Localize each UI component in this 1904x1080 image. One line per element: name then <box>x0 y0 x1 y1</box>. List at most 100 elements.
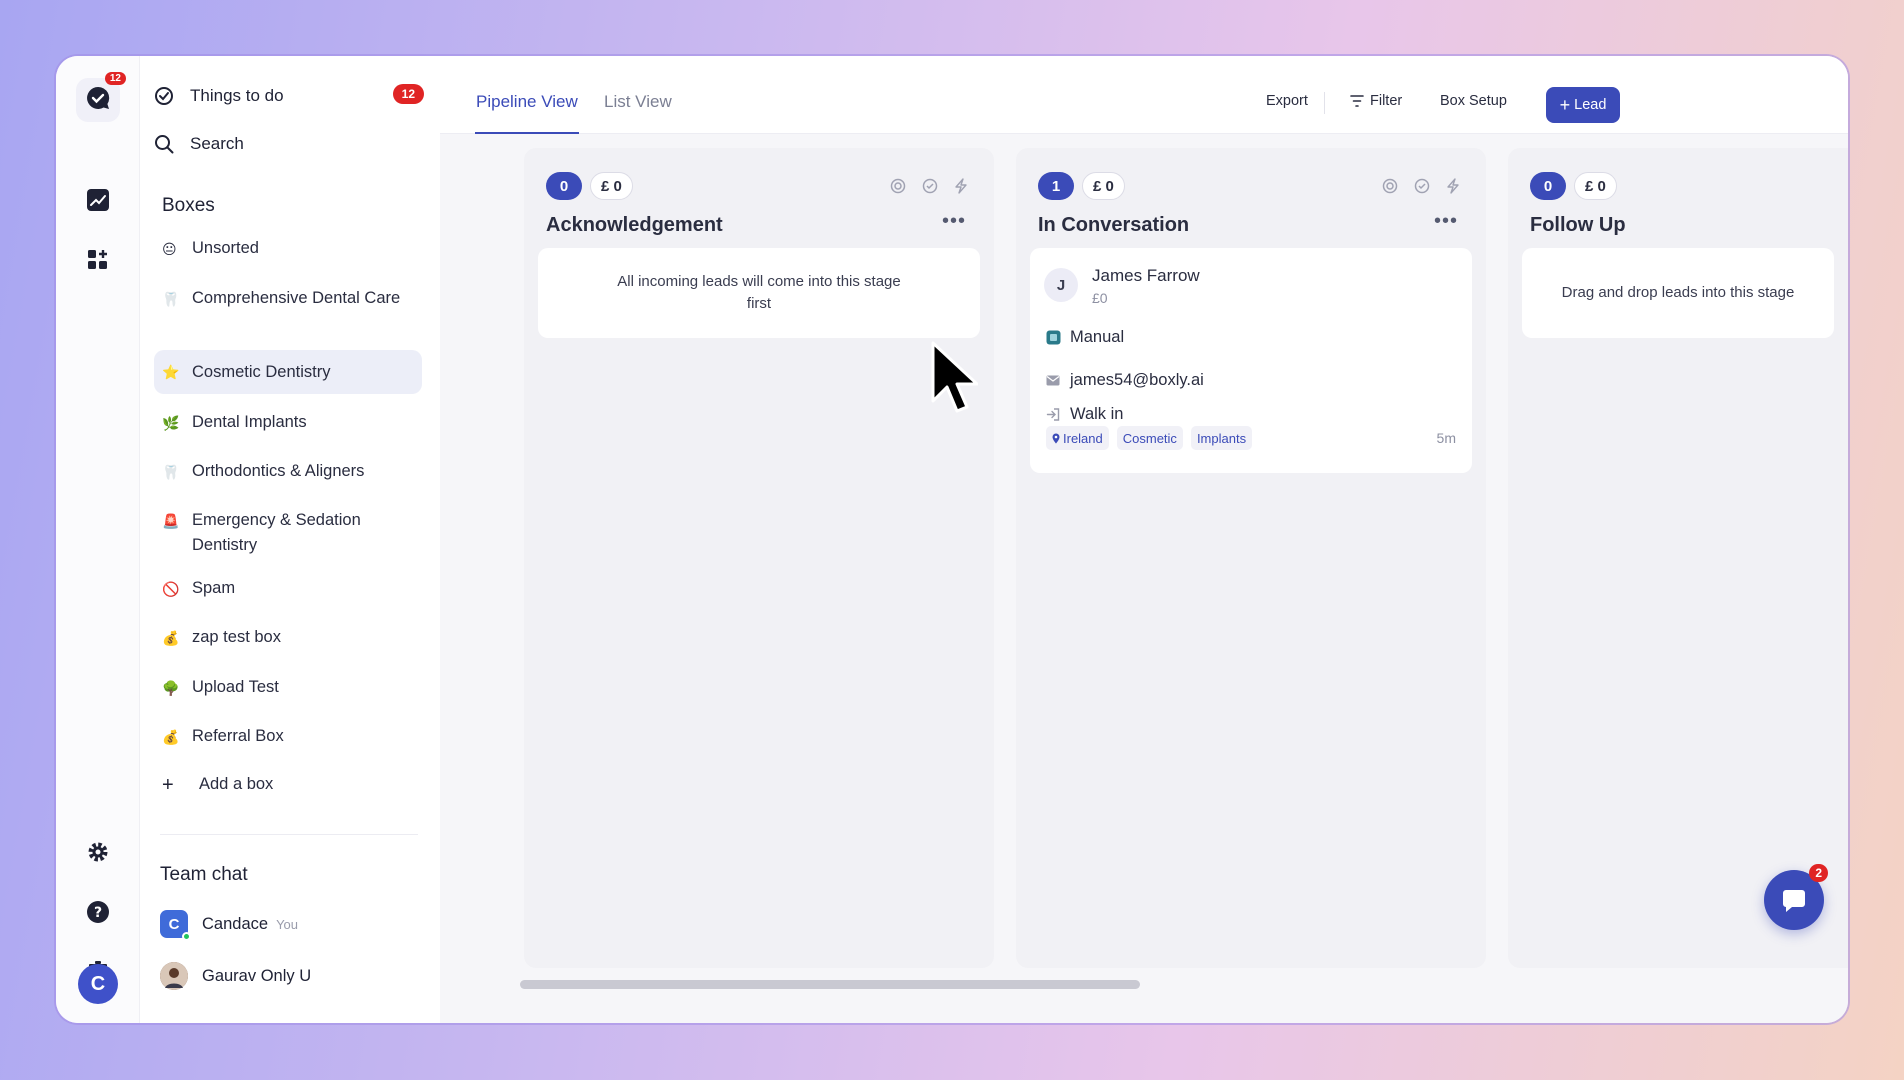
team-chat-item-gaurav[interactable]: Gaurav Only U <box>160 962 311 990</box>
team-chat-item-candace[interactable]: C Candace You <box>160 910 298 941</box>
box-item-unsorted[interactable]: 😐 Unsorted <box>154 232 422 266</box>
target-icon[interactable] <box>1382 178 1398 199</box>
chat-bubble-icon <box>1780 886 1808 914</box>
candace-avatar: C <box>160 910 191 941</box>
box-label: Cosmetic Dentistry <box>192 362 331 381</box>
box-emoji-icon: 🦷 <box>162 291 180 307</box>
box-setup-button[interactable]: Box Setup <box>1440 93 1507 109</box>
stage-empty-message: All incoming leads will come into this s… <box>538 248 980 338</box>
box-item-emergency-sedation-dentistry[interactable]: 🚨 Emergency & Sedation Dentistry <box>154 504 422 562</box>
box-label: Comprehensive Dental Care <box>192 289 401 307</box>
plus-icon: + <box>162 774 174 796</box>
email-icon <box>1046 375 1070 386</box>
lead-card[interactable]: J James Farrow £0 Manual james54@boxly.a… <box>1030 248 1472 473</box>
active-tab-underline <box>475 132 579 134</box>
plus-icon: + <box>1559 94 1571 115</box>
tab-pipeline-view[interactable]: Pipeline View <box>476 92 578 112</box>
add-lead-button[interactable]: + Lead <box>1546 87 1620 123</box>
box-item-referral-box[interactable]: 💰 Referral Box <box>154 720 422 754</box>
box-item-zap-test-box[interactable]: 💰 zap test box <box>154 621 422 655</box>
filter-button[interactable]: Filter <box>1350 93 1402 109</box>
app-logo-button[interactable]: 12 <box>76 72 126 122</box>
stage-more-options-icon[interactable]: ••• <box>1434 210 1458 233</box>
logo-notification-badge: 12 <box>104 72 126 85</box>
svg-text:?: ? <box>94 905 102 921</box>
box-emoji-icon: ⭐ <box>162 364 180 380</box>
things-to-do-item[interactable]: Things to do 12 <box>154 84 424 108</box>
gaurav-avatar <box>160 962 188 990</box>
search-item[interactable]: Search <box>154 132 424 156</box>
box-emoji-icon: 🦷 <box>162 464 180 480</box>
box-emoji-icon: 🌿 <box>162 415 180 431</box>
tag-label: Ireland <box>1063 430 1103 446</box>
tag-cosmetic[interactable]: Cosmetic <box>1116 426 1183 450</box>
stage-column-acknowledgement: 0 £ 0 Acknowledgement ••• All incoming l… <box>524 148 994 968</box>
stage-empty-message: Drag and drop leads into this stage <box>1522 248 1834 338</box>
box-item-upload-test[interactable]: 🌳 Upload Test <box>154 671 422 705</box>
stage-title: Acknowledgement <box>546 214 723 236</box>
tag-implants[interactable]: Implants <box>1190 426 1253 450</box>
filter-label: Filter <box>1370 93 1403 109</box>
stage-title: Follow Up <box>1530 214 1626 236</box>
box-item-cosmetic-dentistry[interactable]: ⭐ Cosmetic Dentistry <box>154 350 422 394</box>
chat-member-name: Gaurav Only U <box>202 966 312 985</box>
add-lead-label: Lead <box>1574 97 1607 113</box>
sidebar: Things to do 12 Search Boxes 😐 Unsorted … <box>140 56 440 1023</box>
toolbar-divider <box>1324 92 1325 114</box>
add-box-label: Add a box <box>199 775 274 793</box>
chat-support-button[interactable]: 2 <box>1764 864 1828 930</box>
chat-notification-badge: 2 <box>1809 864 1828 882</box>
settings-gear-icon[interactable] <box>80 834 116 870</box>
analytics-icon[interactable] <box>80 182 116 218</box>
box-item-spam[interactable]: 🚫 Spam <box>154 572 422 606</box>
tab-list-view[interactable]: List View <box>604 92 672 112</box>
lead-value: £0 <box>1092 290 1108 306</box>
box-emoji-icon: 💰 <box>162 729 180 745</box>
lightning-icon[interactable] <box>1446 178 1460 199</box>
lead-email[interactable]: james54@boxly.ai <box>1070 371 1204 390</box>
box-label: Spam <box>192 579 236 597</box>
horizontal-scrollbar[interactable] <box>520 980 1140 989</box>
check-circle-icon <box>154 86 182 106</box>
box-emoji-icon: 💰 <box>162 630 180 646</box>
lead-channel: Walk in <box>1070 405 1124 423</box>
target-icon[interactable] <box>890 178 906 199</box>
online-status-dot <box>182 932 191 941</box>
add-box-button[interactable]: + Add a box <box>154 768 422 802</box>
apps-grid-icon[interactable] <box>80 242 116 278</box>
lead-time-ago: 5m <box>1436 430 1456 446</box>
stage-lead-count: 1 <box>1038 172 1074 200</box>
things-to-do-badge: 12 <box>392 84 424 104</box>
check-circle-icon[interactable] <box>922 178 938 199</box>
chat-member-name: Candace <box>202 914 269 933</box>
box-emoji-icon: 😐 <box>162 241 177 257</box>
location-pin-icon <box>1052 433 1060 444</box>
box-item-dental-implants[interactable]: 🌿 Dental Implants <box>154 406 422 440</box>
stage-column-in-conversation: 1 £ 0 In Conversation ••• J James Farrow… <box>1016 148 1486 968</box>
lead-channel-row: Walk in <box>1046 405 1123 424</box>
check-circle-icon[interactable] <box>1414 178 1430 199</box>
box-label: Emergency & Sedation Dentistry <box>192 511 361 554</box>
box-label: Dental Implants <box>192 413 307 431</box>
stage-value: £ 0 <box>1574 172 1617 200</box>
user-avatar[interactable]: C <box>78 964 118 1004</box>
lightning-icon[interactable] <box>954 178 968 199</box>
box-label: Unsorted <box>192 239 259 257</box>
stage-more-options-icon[interactable]: ••• <box>942 210 966 233</box>
tag-ireland[interactable]: Ireland <box>1046 426 1109 450</box>
export-button[interactable]: Export <box>1266 93 1308 109</box>
app-window: 12 ? C Things to do 12 Search Boxes 😐 Un… <box>56 56 1848 1023</box>
box-label: Upload Test <box>192 678 279 696</box>
stage-action-icons <box>890 178 968 199</box>
box-item-orthodontics-aligners[interactable]: 🦷 Orthodontics & Aligners <box>154 455 422 489</box>
chat-logo-icon <box>84 84 112 117</box>
stage-value: £ 0 <box>1082 172 1125 200</box>
main-content: Pipeline View List View Export Filter Bo… <box>440 56 1848 1023</box>
help-icon[interactable]: ? <box>80 894 116 930</box>
box-item-comprehensive-dental-care[interactable]: 🦷 Comprehensive Dental Care <box>154 282 422 316</box>
manual-source-icon <box>1046 330 1070 345</box>
things-to-do-label: Things to do <box>190 86 284 105</box>
walk-in-icon <box>1046 407 1070 422</box>
you-label: You <box>276 916 298 932</box>
box-emoji-icon: 🌳 <box>162 680 180 696</box>
